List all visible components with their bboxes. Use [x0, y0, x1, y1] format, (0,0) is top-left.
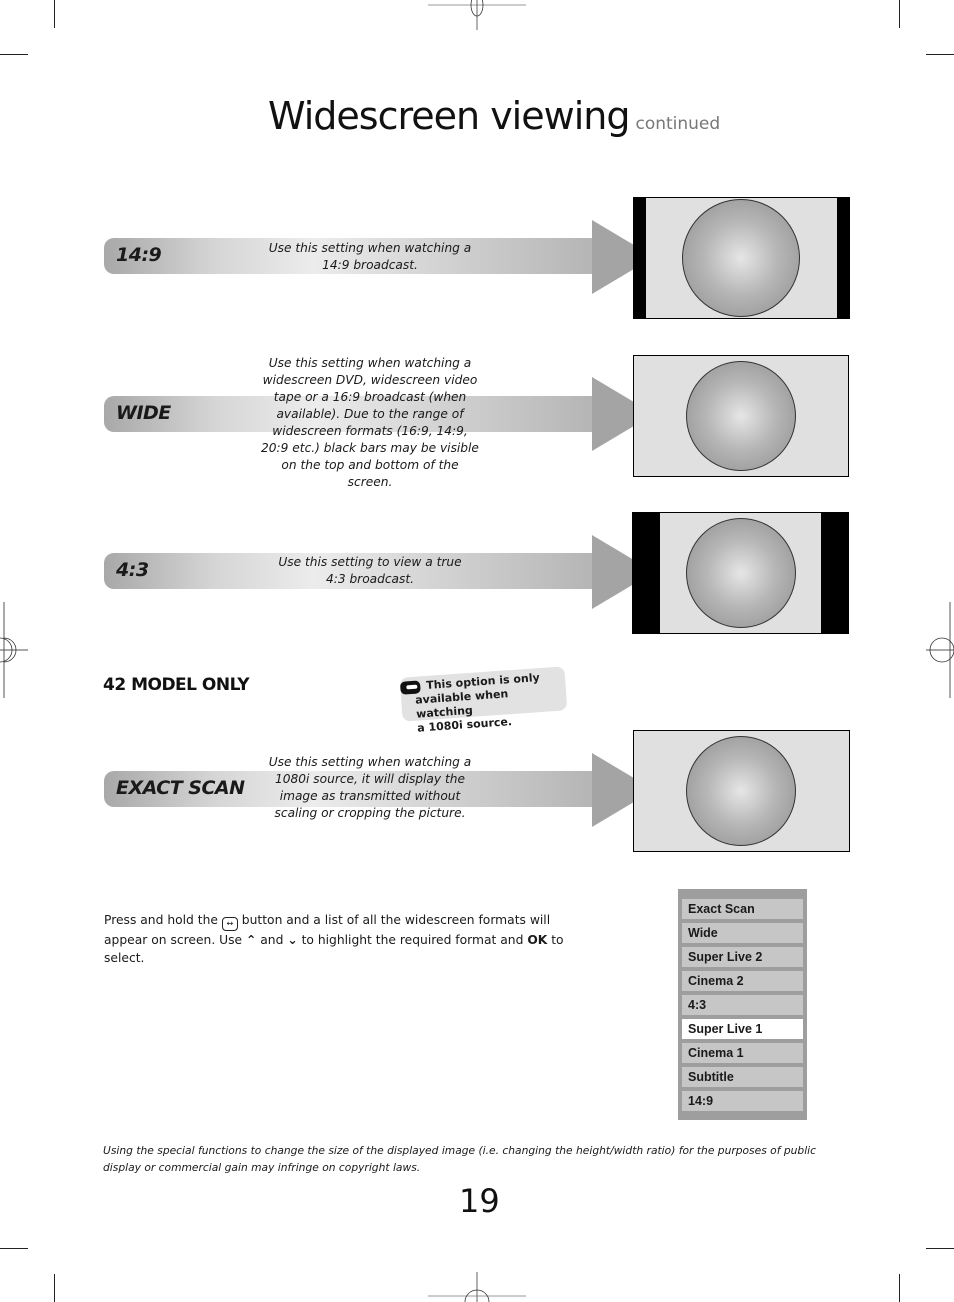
note-callout: This option is only available when watch…	[399, 666, 568, 735]
registration-mark-bottom	[428, 1272, 526, 1302]
crop-mark	[899, 1274, 900, 1302]
copyright-footnote: Using the special functions to change th…	[103, 1144, 817, 1174]
crop-mark	[926, 54, 954, 55]
instr-part-4: to highlight the required format and	[301, 933, 524, 947]
pointing-hand-icon	[399, 679, 421, 695]
format-description: Use this setting when watching a 1080i s…	[268, 755, 472, 820]
format-menu: Exact Scan Wide Super Live 2 Cinema 2 4:3 Sup…	[678, 889, 807, 1120]
widescreen-button-icon: ↔	[221, 917, 238, 931]
ok-key-label: OK	[527, 933, 548, 947]
registration-mark-right	[926, 602, 954, 698]
instructions-text: Press and hold the ↔ button and a list o…	[104, 911, 594, 967]
crop-mark	[926, 1248, 954, 1249]
registration-mark-left	[0, 602, 28, 698]
menu-item[interactable]: Super Live 1	[682, 1019, 803, 1039]
test-sphere	[682, 199, 800, 317]
menu-item[interactable]: Cinema 2	[682, 971, 803, 991]
tv-screen-14-9	[633, 197, 850, 319]
crop-mark	[54, 1274, 55, 1302]
test-sphere	[686, 518, 796, 628]
format-description: Use this setting to view a true 4:3 broa…	[278, 555, 462, 586]
format-label: EXACT SCAN	[116, 777, 245, 799]
page-number: 19	[459, 1182, 500, 1220]
menu-item[interactable]: Wide	[682, 923, 803, 943]
format-description: Use this setting when watching a widescr…	[261, 356, 479, 489]
model-heading: 42 MODEL ONLY	[103, 675, 250, 695]
format-description: Use this setting when watching a 14:9 br…	[268, 241, 472, 272]
test-sphere	[686, 361, 796, 471]
format-label: WIDE	[116, 402, 171, 424]
instr-part-3: and	[260, 933, 284, 947]
black-bar-right	[821, 513, 848, 633]
test-sphere	[686, 736, 796, 846]
page-title: Widescreen viewing continued	[268, 94, 720, 138]
menu-item[interactable]: Exact Scan	[682, 899, 803, 919]
menu-item[interactable]: Cinema 1	[682, 1043, 803, 1063]
title-continued: continued	[635, 114, 721, 134]
tv-screen-exact-scan	[633, 730, 850, 852]
menu-item[interactable]: Subtitle	[682, 1067, 803, 1087]
tv-screen-wide	[633, 355, 849, 477]
title-text: Widescreen viewing	[268, 94, 630, 138]
crop-mark	[54, 0, 55, 28]
registration-mark-top	[428, 0, 526, 30]
black-bar-right	[837, 198, 849, 318]
menu-item[interactable]: Super Live 2	[682, 947, 803, 967]
down-arrow-icon: ⌄	[287, 933, 298, 947]
format-label: 14:9	[116, 244, 162, 266]
crop-mark	[0, 1248, 28, 1249]
menu-item[interactable]: 14:9	[682, 1091, 803, 1111]
black-bar-left	[633, 513, 660, 633]
menu-item[interactable]: 4:3	[682, 995, 803, 1015]
crop-mark	[899, 0, 900, 28]
crop-mark	[0, 54, 28, 55]
up-arrow-icon: ⌃	[246, 933, 257, 947]
instr-part-1: Press and hold the	[104, 913, 218, 927]
tv-screen-4-3	[632, 512, 849, 634]
black-bar-left	[634, 198, 646, 318]
format-label: 4:3	[116, 559, 149, 581]
